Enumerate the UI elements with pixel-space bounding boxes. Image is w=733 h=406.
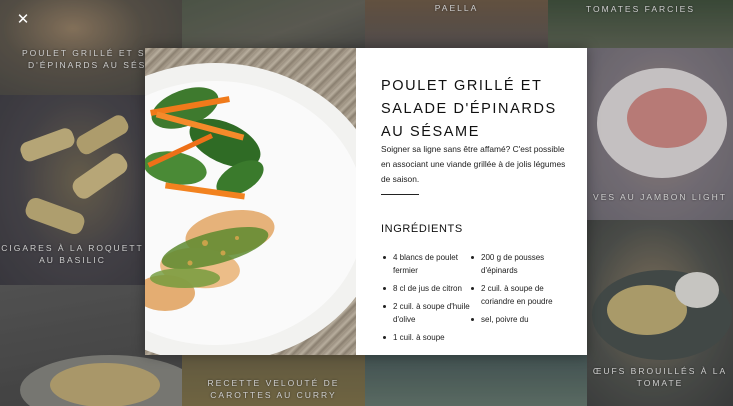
ingredients-list-1: 4 blancs de poulet fermier 8 cl de jus d… [383,251,471,349]
recipe-photo [145,48,356,355]
divider [381,194,419,195]
ingredient-item: 200 g de pousses d'épinards [471,251,559,277]
close-icon[interactable]: ✕ [15,11,31,27]
ingredient-item: 1 cuil. à soupe [383,331,471,344]
recipe-content: POULET GRILLÉ ET SALADE D'ÉPINARDS AU SÉ… [356,48,587,355]
ingredient-item: sel, poivre du [471,313,559,326]
ingredient-item: 8 cl de jus de citron [383,282,471,295]
recipe-title: POULET GRILLÉ ET SALADE D'ÉPINARDS AU SÉ… [381,78,557,140]
ingredient-item: 2 cuil. à soupe d'huile d'olive [383,300,471,326]
recipe-modal: POULET GRILLÉ ET SALADE D'ÉPINARDS AU SÉ… [145,48,587,355]
recipe-intro: Soigner sa ligne sans être affamé? C'est… [381,144,566,184]
ingredients-list-2: 200 g de pousses d'épinards 2 cuil. à so… [471,251,559,331]
ingredients-heading: INGRÉDIENTS [381,223,463,235]
ingredient-item: 4 blancs de poulet fermier [383,251,471,277]
ingredient-item: 2 cuil. à soupe de coriandre en poudre [471,282,559,308]
dish-image [145,63,356,355]
